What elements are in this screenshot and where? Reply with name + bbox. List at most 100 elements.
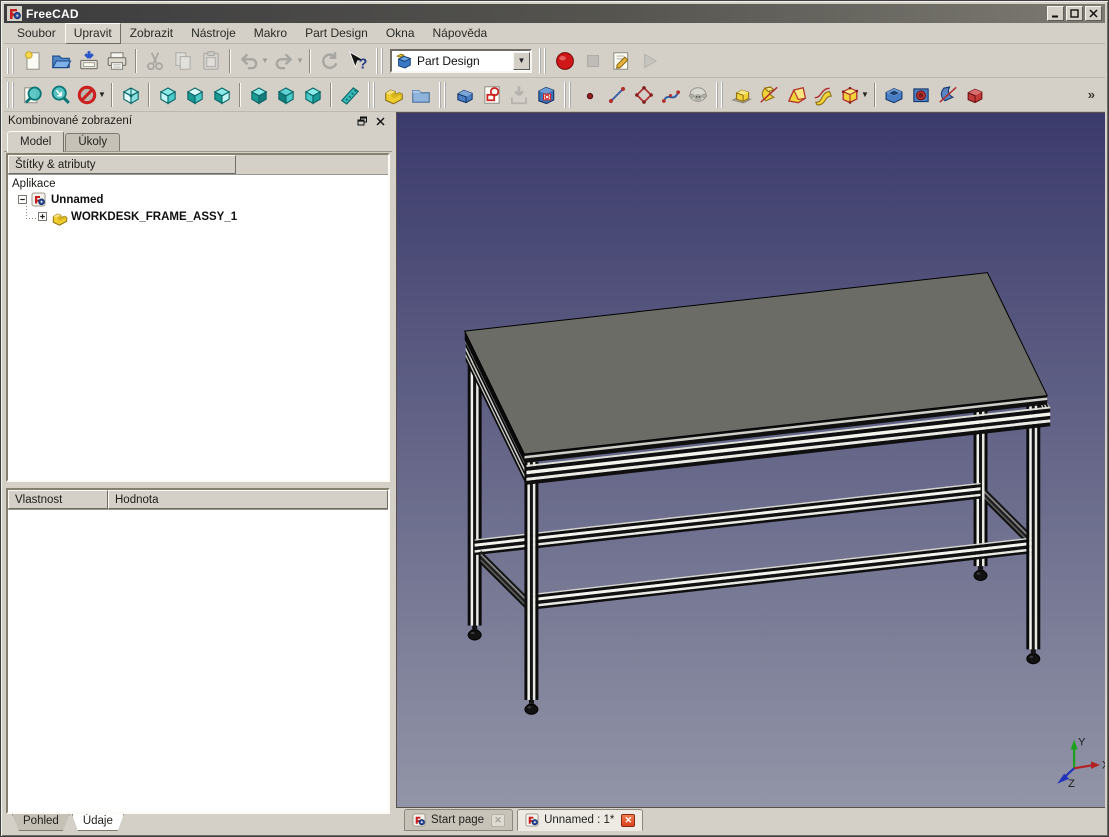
property-header-row: Vlastnost Hodnota xyxy=(8,490,388,510)
tab-ukoly[interactable]: Úkoly xyxy=(65,133,121,151)
dock-titlebar[interactable]: Kombinované zobrazení xyxy=(4,112,392,130)
measure-distance-button[interactable] xyxy=(336,81,363,108)
redo-dropdown-arrow: ▼ xyxy=(296,56,304,65)
hole-button[interactable] xyxy=(907,81,934,108)
macro-edit-button[interactable] xyxy=(607,47,635,75)
toolbar-handle[interactable] xyxy=(564,81,571,108)
view-rear-button[interactable] xyxy=(245,81,272,108)
revolution-button[interactable] xyxy=(755,81,782,108)
tree-header-labels-attributes[interactable]: Štítky & atributy xyxy=(8,155,236,174)
subtractive-primitive-icon xyxy=(964,84,986,106)
whats-this-button[interactable]: ? xyxy=(343,47,371,75)
print-button[interactable] xyxy=(103,47,131,75)
view-top-button[interactable] xyxy=(181,81,208,108)
tab-pohled[interactable]: Pohled xyxy=(12,814,70,831)
menu-upravit[interactable]: Upravit xyxy=(64,22,121,44)
3d-viewport-canvas[interactable]: Y X Z xyxy=(397,113,1105,807)
titlebar[interactable]: FreeCAD xyxy=(4,4,1105,23)
toolbar-handle[interactable] xyxy=(716,81,723,108)
workbench-dropdown-arrow[interactable]: ▼ xyxy=(513,51,530,70)
window-title: FreeCAD xyxy=(26,6,79,21)
toolbar-handle[interactable] xyxy=(439,81,446,108)
create-sketch-button[interactable] xyxy=(478,81,505,108)
additive-loft-button[interactable] xyxy=(782,81,809,108)
workbench-selector[interactable]: Part Design ▼ xyxy=(390,48,532,73)
menu-okna[interactable]: Okna xyxy=(377,23,424,44)
view-left-button[interactable] xyxy=(299,81,326,108)
expand-expander-icon[interactable] xyxy=(38,212,47,221)
subtractive-primitive-button[interactable] xyxy=(961,81,988,108)
create-part-button[interactable] xyxy=(380,81,407,108)
menu-zobrazit[interactable]: Zobrazit xyxy=(121,23,182,44)
toolbar-handle[interactable] xyxy=(7,81,14,108)
3d-viewport[interactable]: Y X Z xyxy=(396,112,1105,808)
minimize-button[interactable] xyxy=(1047,6,1064,21)
create-bspline-button[interactable] xyxy=(657,81,684,108)
menu-part-design[interactable]: Part Design xyxy=(296,23,377,44)
toolbar-handle[interactable] xyxy=(7,47,14,74)
fit-selection-button[interactable] xyxy=(46,81,73,108)
view-axonometric-button[interactable] xyxy=(117,81,144,108)
close-button[interactable] xyxy=(1085,6,1102,21)
view-bottom-button[interactable] xyxy=(272,81,299,108)
toolbar-handle[interactable] xyxy=(368,81,375,108)
toolbar-extension-button[interactable]: » xyxy=(1084,85,1099,104)
view-front-button[interactable] xyxy=(154,81,181,108)
pad-button[interactable] xyxy=(728,81,755,108)
dock-close-button[interactable] xyxy=(373,114,388,128)
maximize-button[interactable] xyxy=(1066,6,1083,21)
tab-model[interactable]: Model xyxy=(7,131,65,152)
groove-button[interactable] xyxy=(934,81,961,108)
tab-udaje[interactable]: Údaje xyxy=(71,814,124,831)
combo-view-dock: Kombinované zobrazení Model Úkoly Štítky… xyxy=(4,112,392,833)
menu-makro[interactable]: Makro xyxy=(245,23,296,44)
draw-style-button[interactable] xyxy=(73,81,100,108)
additive-primitive-dropdown-arrow[interactable]: ▼ xyxy=(861,90,870,99)
additive-loft-icon xyxy=(785,84,807,106)
create-polygon-button[interactable] xyxy=(630,81,657,108)
macro-stop-button xyxy=(579,47,607,75)
property-column-hodnota[interactable]: Hodnota xyxy=(108,490,388,509)
property-body[interactable] xyxy=(8,510,388,812)
toolbar-handle[interactable] xyxy=(376,47,383,74)
additive-pipe-button[interactable] xyxy=(809,81,836,108)
save-document-button[interactable] xyxy=(75,47,103,75)
fit-all-icon xyxy=(22,84,44,106)
additive-primitive-button[interactable] xyxy=(836,81,863,108)
menu-soubor[interactable]: Soubor xyxy=(8,23,65,44)
create-point-button[interactable] xyxy=(576,81,603,108)
draw-style-dropdown-arrow[interactable]: ▼ xyxy=(98,90,107,99)
draw-style-icon xyxy=(76,84,98,106)
toolbar-handle[interactable] xyxy=(539,47,546,74)
macro-execute-icon xyxy=(638,50,660,72)
redo-icon xyxy=(273,50,295,72)
view-right-button[interactable] xyxy=(208,81,235,108)
property-column-vlastnost[interactable]: Vlastnost xyxy=(8,490,108,509)
carbon-copy-button[interactable] xyxy=(684,81,711,108)
svg-text:?: ? xyxy=(359,56,368,71)
viewport-background[interactable] xyxy=(397,113,1105,807)
tab-close-icon: ✕ xyxy=(491,813,506,827)
macro-record-button[interactable] xyxy=(551,47,579,75)
fit-all-button[interactable] xyxy=(19,81,46,108)
freecad-document-icon xyxy=(525,813,539,827)
mdi-tab-unnamed-1-[interactable]: Unnamed : 1* ✕ xyxy=(517,809,644,831)
new-document-button[interactable] xyxy=(19,47,47,75)
pocket-button[interactable] xyxy=(880,81,907,108)
axis-z-label: Z xyxy=(1068,778,1075,790)
tree-node-workdesk-frame-assy[interactable]: WORKDESK_FRAME_ASSY_1 xyxy=(8,208,388,226)
part-design-helper-toolbar xyxy=(449,78,561,111)
create-body-button[interactable] xyxy=(451,81,478,108)
measure-distance-icon xyxy=(339,84,361,106)
mdi-tab-start-page[interactable]: Start page ✕ xyxy=(404,809,514,831)
create-line-button[interactable] xyxy=(603,81,630,108)
menu-n-pov-da[interactable]: Nápověda xyxy=(424,23,497,44)
tree-body[interactable]: Aplikace Unnamed WORKDESK_FRAME_ASSY_1 xyxy=(8,175,388,480)
tree-node-unnamed[interactable]: Unnamed xyxy=(8,191,388,208)
menu-n-stroje[interactable]: Nástroje xyxy=(182,23,245,44)
dock-float-button[interactable] xyxy=(355,114,370,128)
tab-close-icon[interactable]: ✕ xyxy=(621,813,636,827)
edit-sketch-button[interactable] xyxy=(532,81,559,108)
create-group-button[interactable] xyxy=(407,81,434,108)
open-document-button[interactable] xyxy=(47,47,75,75)
